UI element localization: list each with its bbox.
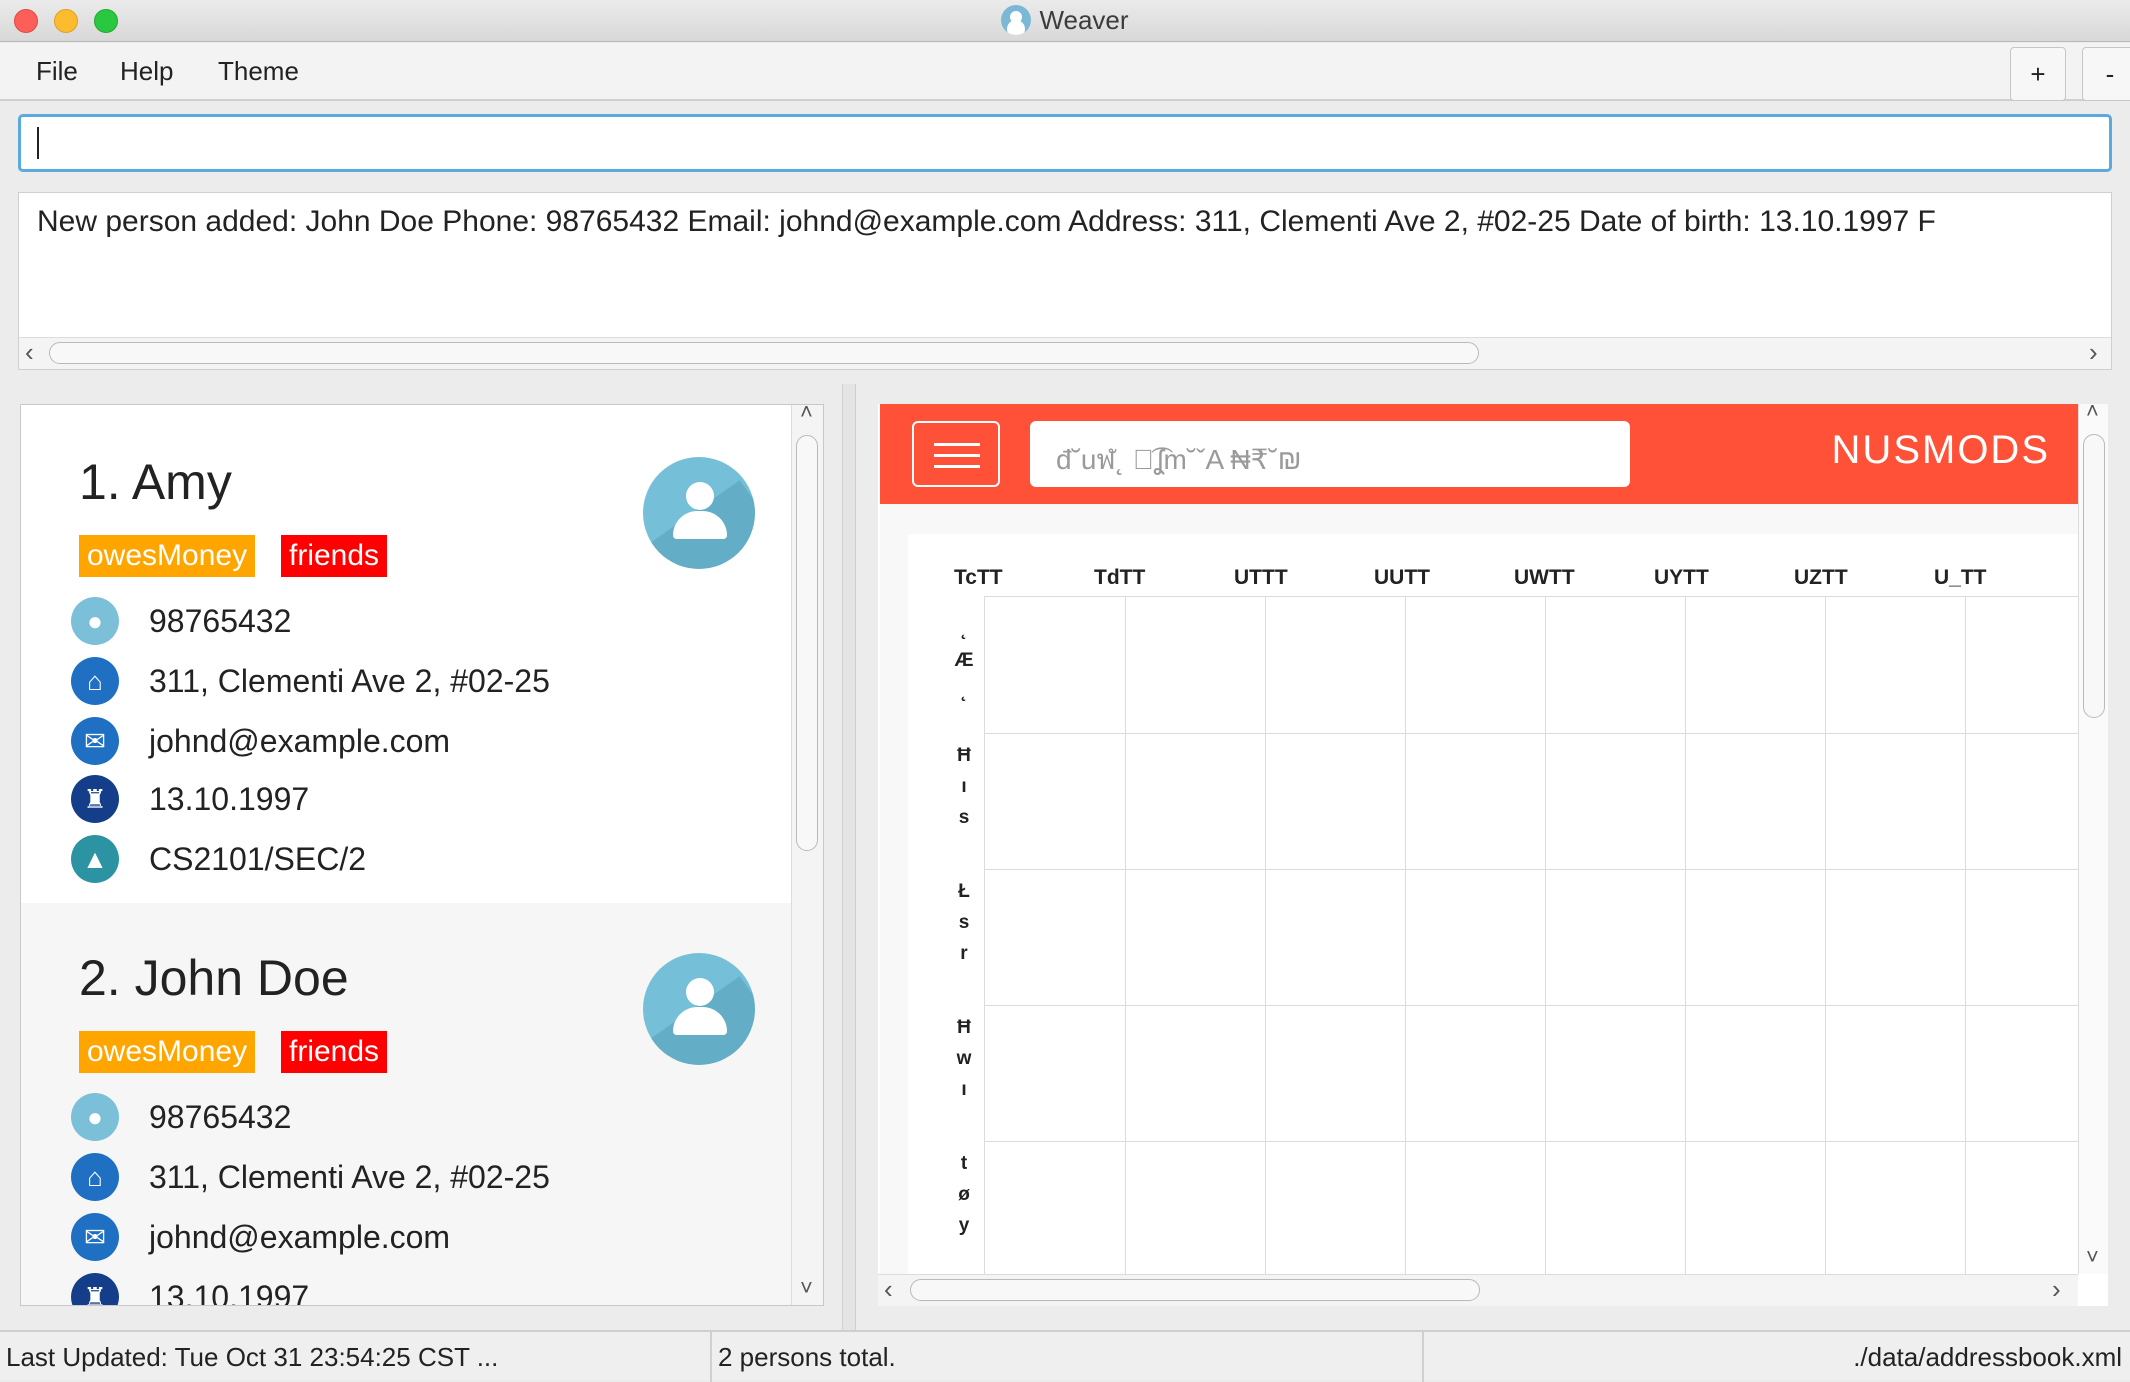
nusmods-header: đ˘uฬ˛ ฬ͡ʆm˘ˇA ₦₹˘₪ NUSMODS — [880, 404, 2078, 504]
status-separator — [1422, 1332, 1424, 1382]
menu-file[interactable]: File — [36, 56, 78, 87]
search-placeholder: đ˘uฬ˛ ฬ͡ʆm˘ˇA ₦₹˘₪ — [1056, 444, 1302, 475]
nusmods-search-input[interactable]: đ˘uฬ˛ ฬ͡ʆm˘ˇA ₦₹˘₪ — [1030, 421, 1630, 487]
status-person-count: 2 persons total. — [718, 1342, 896, 1372]
tag-owes-money: owesMoney — [79, 1031, 256, 1073]
phone-field: ● 98765432 — [71, 1093, 771, 1145]
timetable-grid — [984, 596, 2078, 1294]
menu-bar: File Help Theme + - — [0, 43, 2130, 101]
nusmods-logo[interactable]: NUSMODS — [1832, 428, 2050, 473]
browser-vertical-scrollbar[interactable]: ˄ ˅ — [2078, 404, 2108, 1274]
email-icon: ✉ — [71, 1213, 119, 1261]
day-header: UTTT — [1234, 566, 1288, 589]
email-field: ✉ johnd@example.com — [71, 717, 771, 769]
zoom-out-button[interactable]: - — [2082, 47, 2130, 101]
birthday-value: 13.10.1997 — [149, 1279, 310, 1306]
time-row-label: Ł s r — [958, 881, 970, 964]
cake-icon: ♜ — [71, 1273, 119, 1305]
home-icon: ⌂ — [71, 1153, 119, 1201]
scroll-up-arrow-icon[interactable]: ˄ — [2086, 404, 2099, 424]
scroll-up-arrow-icon[interactable]: ˄ — [800, 405, 813, 425]
scroll-down-arrow-icon[interactable]: ˅ — [2086, 1244, 2099, 1270]
person-list-scroll-thumb[interactable] — [796, 435, 818, 851]
cake-icon: ♜ — [71, 775, 119, 823]
app-user-icon — [1001, 5, 1032, 35]
menu-theme[interactable]: Theme — [218, 56, 299, 87]
time-row-label: Ħ w ı — [956, 1017, 972, 1100]
result-scroll-thumb[interactable] — [49, 342, 1479, 364]
day-header: UWTT — [1514, 566, 1575, 589]
browser-scroll-thumb[interactable] — [2083, 434, 2105, 718]
person-card[interactable]: 2. John Doe owesMoney friends ● 98765432… — [21, 903, 791, 1306]
zoom-in-button[interactable]: + — [2010, 47, 2066, 101]
timetable: TcTT TdTT UTTT UUTT UWTT UYTT UZTT U_TT … — [908, 534, 2078, 1294]
timetable-field: ▲ CS2101/SEC/2 — [71, 835, 771, 887]
birthday-field: ♜ 13.10.1997 — [71, 775, 771, 827]
person-list-scrollbar[interactable]: ˄ ˅ — [791, 405, 823, 1305]
day-header: TcTT — [954, 566, 1003, 589]
day-header: U_TT — [1934, 566, 1987, 589]
address-value: 311, Clementi Ave 2, #02-25 — [149, 1159, 550, 1195]
browser-h-scroll-thumb[interactable] — [910, 1279, 1480, 1301]
address-field: ⌂ 311, Clementi Ave 2, #02-25 — [71, 657, 771, 709]
phone-person-icon: ● — [71, 597, 119, 645]
browser-horizontal-scrollbar[interactable]: ‹ › — [878, 1274, 2078, 1306]
address-value: 311, Clementi Ave 2, #02-25 — [149, 663, 550, 699]
email-value: johnd@example.com — [149, 723, 451, 759]
tag-list: owesMoney friends — [79, 535, 679, 577]
title-bar: Weaver — [0, 0, 2130, 42]
result-display: New person added: John Doe Phone: 987654… — [18, 192, 2112, 370]
person-list: 1. Amy owesMoney friends ● 98765432 ⌂ 31… — [20, 404, 824, 1306]
birthday-value: 13.10.1997 — [149, 781, 310, 817]
menu-help[interactable]: Help — [120, 56, 173, 87]
scroll-right-arrow-icon[interactable]: › — [2052, 1274, 2061, 1305]
scroll-left-arrow-icon[interactable]: ‹ — [25, 337, 34, 368]
email-field: ✉ johnd@example.com — [71, 1213, 771, 1265]
command-input[interactable] — [18, 114, 2112, 172]
graduation-cap-icon: ▲ — [71, 835, 119, 883]
timetable-area: TcTT TdTT UTTT UUTT UWTT UYTT UZTT U_TT … — [880, 504, 2078, 1294]
time-row-label: Ħ ı s — [957, 745, 971, 828]
person-name: 2. John Doe — [79, 950, 349, 1006]
timetable-value: CS2101/SEC/2 — [149, 841, 367, 877]
result-horizontal-scrollbar[interactable]: ‹ › — [19, 337, 2111, 369]
day-header: TdTT — [1094, 566, 1146, 589]
result-message: New person added: John Doe Phone: 987654… — [37, 205, 1936, 238]
window-title: Weaver — [0, 5, 2130, 36]
address-field: ⌂ 311, Clementi Ave 2, #02-25 — [71, 1153, 771, 1205]
status-file-path: ./data/addressbook.xml — [1853, 1342, 2122, 1372]
home-icon: ⌂ — [71, 657, 119, 705]
scroll-right-arrow-icon[interactable]: › — [2089, 337, 2098, 368]
time-row-label: ˛ Æ ˛ — [954, 619, 974, 702]
tag-friends: friends — [281, 535, 388, 577]
scroll-left-arrow-icon[interactable]: ‹ — [884, 1274, 893, 1305]
day-header: UZTT — [1794, 566, 1848, 589]
day-header: UUTT — [1374, 566, 1430, 589]
tag-list: owesMoney friends — [79, 1031, 679, 1073]
birthday-field: ♜ 13.10.1997 — [71, 1273, 771, 1306]
email-icon: ✉ — [71, 717, 119, 765]
window-title-text: Weaver — [1039, 5, 1129, 35]
scroll-down-arrow-icon[interactable]: ˅ — [800, 1275, 813, 1301]
tag-owes-money: owesMoney — [79, 535, 256, 577]
person-card[interactable]: 1. Amy owesMoney friends ● 98765432 ⌂ 31… — [21, 405, 791, 903]
time-row-label: t ø y — [958, 1153, 970, 1236]
status-separator — [710, 1332, 712, 1382]
day-header: UYTT — [1654, 566, 1709, 589]
text-caret — [37, 127, 39, 159]
phone-person-icon: ● — [71, 1093, 119, 1141]
tag-friends: friends — [281, 1031, 388, 1073]
person-name: 1. Amy — [79, 454, 232, 510]
status-bar: Last Updated: Tue Oct 31 23:54:25 CST ..… — [0, 1330, 2130, 1382]
phone-value: 98765432 — [149, 603, 292, 639]
phone-value: 98765432 — [149, 1099, 292, 1135]
email-value: johnd@example.com — [149, 1219, 451, 1255]
phone-field: ● 98765432 — [71, 597, 771, 649]
status-last-updated: Last Updated: Tue Oct 31 23:54:25 CST ..… — [6, 1342, 499, 1372]
hamburger-menu-icon[interactable] — [912, 421, 1000, 487]
split-pane-divider[interactable] — [842, 384, 856, 1332]
browser-panel: đ˘uฬ˛ ฬ͡ʆm˘ˇA ₦₹˘₪ NUSMODS TcTT TdTT UTT… — [878, 404, 2108, 1306]
